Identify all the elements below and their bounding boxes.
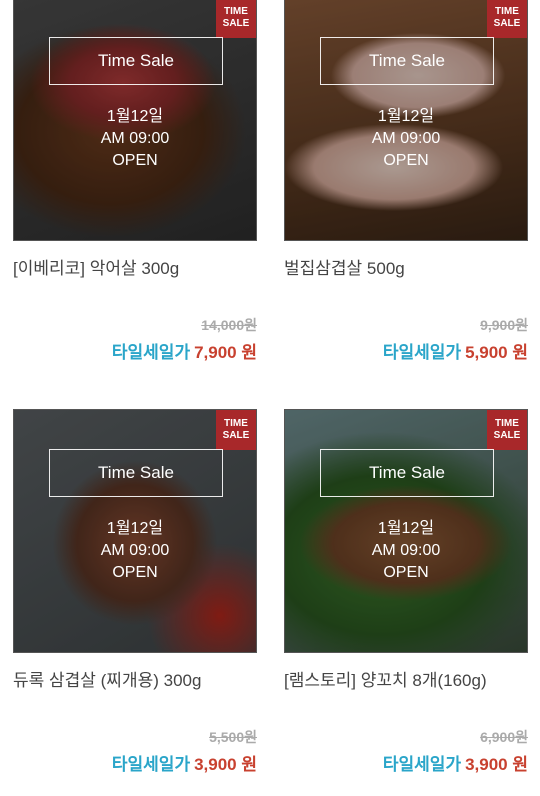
badge-line2: SALE	[493, 18, 521, 29]
price-block: 5,500원 타일세일가 3,900 원	[13, 728, 257, 776]
open-status: OPEN	[383, 564, 429, 581]
product-card[interactable]: TIME SALE Time Sale 1월12일 AM 09:00 OPEN …	[284, 409, 528, 776]
open-date: 1월12일	[377, 108, 435, 125]
product-name[interactable]: [램스토리] 양꼬치 8개(160g)	[284, 670, 528, 694]
sale-price-line: 타일세일가 3,900 원	[13, 754, 257, 776]
time-sale-badge: TIME SALE	[487, 410, 527, 450]
open-time: AM 09:00	[371, 542, 441, 559]
product-image[interactable]: TIME SALE Time Sale 1월12일 AM 09:00 OPEN	[284, 0, 528, 241]
open-time: AM 09:00	[100, 130, 170, 147]
sale-price: 3,900 원	[465, 755, 528, 774]
original-price: 6,900원	[480, 729, 528, 745]
open-date: 1월12일	[377, 520, 435, 537]
badge-line1: TIME	[224, 418, 248, 429]
sale-price-line: 타일세일가 3,900 원	[284, 754, 528, 776]
price-block: 14,000원 타일세일가 7,900 원	[13, 316, 257, 364]
original-price: 14,000원	[201, 317, 257, 333]
open-info: 1월12일 AM 09:00 OPEN	[14, 106, 256, 172]
open-time: AM 09:00	[100, 542, 170, 559]
open-status: OPEN	[112, 152, 158, 169]
badge-line1: TIME	[495, 418, 519, 429]
product-image[interactable]: TIME SALE Time Sale 1월12일 AM 09:00 OPEN	[13, 0, 257, 241]
original-price: 9,900원	[480, 317, 528, 333]
time-sale-badge: TIME SALE	[487, 0, 527, 38]
sale-label: 타일세일가	[382, 755, 462, 774]
product-card[interactable]: TIME SALE Time Sale 1월12일 AM 09:00 OPEN …	[13, 409, 257, 776]
product-name[interactable]: 듀록 삼겹살 (찌개용) 300g	[13, 670, 257, 694]
open-time: AM 09:00	[371, 130, 441, 147]
original-price: 5,500원	[209, 729, 257, 745]
sale-label: 타일세일가	[382, 343, 462, 362]
price-block: 6,900원 타일세일가 3,900 원	[284, 728, 528, 776]
badge-line1: TIME	[224, 6, 248, 17]
sale-label: 타일세일가	[111, 343, 191, 362]
sale-label: 타일세일가	[111, 755, 191, 774]
time-sale-box: Time Sale	[49, 37, 223, 85]
sale-price-line: 타일세일가 5,900 원	[284, 342, 528, 364]
time-sale-badge: TIME SALE	[216, 410, 256, 450]
time-sale-box: Time Sale	[49, 449, 223, 497]
open-info: 1월12일 AM 09:00 OPEN	[285, 106, 527, 172]
badge-line2: SALE	[222, 18, 250, 29]
open-date: 1월12일	[106, 520, 164, 537]
sale-price: 3,900 원	[194, 755, 257, 774]
open-info: 1월12일 AM 09:00 OPEN	[14, 518, 256, 584]
product-name[interactable]: [이베리코] 악어살 300g	[13, 258, 257, 282]
product-name[interactable]: 벌집삼겹살 500g	[284, 258, 528, 282]
time-sale-box: Time Sale	[320, 37, 494, 85]
sale-price: 5,900 원	[465, 343, 528, 362]
open-date: 1월12일	[106, 108, 164, 125]
open-status: OPEN	[112, 564, 158, 581]
product-image[interactable]: TIME SALE Time Sale 1월12일 AM 09:00 OPEN	[284, 409, 528, 653]
product-image[interactable]: TIME SALE Time Sale 1월12일 AM 09:00 OPEN	[13, 409, 257, 653]
price-block: 9,900원 타일세일가 5,900 원	[284, 316, 528, 364]
badge-line1: TIME	[495, 6, 519, 17]
badge-line2: SALE	[222, 430, 250, 441]
badge-line2: SALE	[493, 430, 521, 441]
product-card[interactable]: TIME SALE Time Sale 1월12일 AM 09:00 OPEN …	[284, 0, 528, 364]
open-status: OPEN	[383, 152, 429, 169]
product-card[interactable]: TIME SALE Time Sale 1월12일 AM 09:00 OPEN …	[13, 0, 257, 364]
open-info: 1월12일 AM 09:00 OPEN	[285, 518, 527, 584]
time-sale-box: Time Sale	[320, 449, 494, 497]
time-sale-badge: TIME SALE	[216, 0, 256, 38]
sale-price-line: 타일세일가 7,900 원	[13, 342, 257, 364]
sale-price: 7,900 원	[194, 343, 257, 362]
